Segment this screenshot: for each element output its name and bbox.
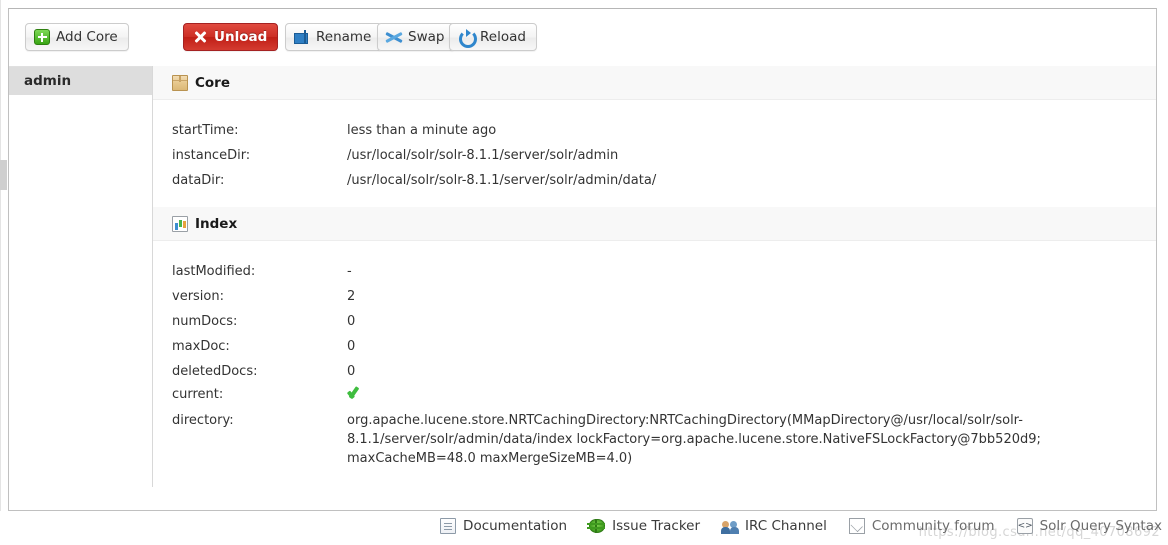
footer-link-label: Solr Query Syntax bbox=[1039, 518, 1162, 534]
index-row-lastmodified: lastModified: - bbox=[153, 259, 1156, 284]
row-key: current: bbox=[172, 387, 224, 402]
core-section-rows: startTime: less than a minute ago instan… bbox=[153, 100, 1156, 207]
footer-link-documentation[interactable]: Documentation bbox=[440, 518, 567, 534]
row-key: maxDoc: bbox=[172, 339, 230, 354]
core-section-header: Core bbox=[153, 66, 1156, 100]
footer-link-label: Community forum bbox=[871, 518, 995, 534]
main-panel: Add Core Unload Rename Swap Reload admin… bbox=[8, 8, 1157, 511]
footer-link-label: Documentation bbox=[463, 518, 568, 534]
envelope-icon bbox=[848, 518, 865, 534]
index-section-title: Index bbox=[195, 215, 238, 232]
reload-button-label: Reload bbox=[480, 29, 526, 45]
row-key: deletedDocs: bbox=[172, 364, 258, 379]
footer-links: Documentation Issue Tracker IRC Channel … bbox=[440, 518, 1162, 534]
core-details-content: Core startTime: less than a minute ago i… bbox=[153, 66, 1156, 510]
row-value: org.apache.lucene.store.NRTCachingDirect… bbox=[347, 413, 1041, 466]
index-row-maxdoc: maxDoc: 0 bbox=[153, 334, 1156, 359]
box-icon bbox=[172, 74, 188, 91]
row-value: 2 bbox=[347, 289, 356, 304]
row-value: 0 bbox=[347, 364, 356, 379]
left-scrollbar-thumb[interactable] bbox=[0, 160, 7, 190]
row-key: dataDir: bbox=[172, 173, 225, 188]
row-value bbox=[347, 384, 1156, 408]
index-section-rows: lastModified: - version: 2 numDocs: 0 ma… bbox=[153, 241, 1156, 468]
row-value: - bbox=[347, 264, 352, 279]
core-row-instancedir: instanceDir: /usr/local/solr/solr-8.1.1/… bbox=[153, 143, 1156, 168]
swap-button-label: Swap bbox=[408, 29, 445, 45]
footer-link-issue-tracker[interactable]: Issue Tracker bbox=[587, 518, 701, 534]
rename-button[interactable]: Rename bbox=[285, 23, 383, 51]
index-row-directory: directory: org.apache.lucene.store.NRTCa… bbox=[153, 408, 1156, 468]
row-key: directory: bbox=[172, 413, 234, 428]
bug-icon bbox=[587, 519, 606, 533]
row-key: instanceDir: bbox=[172, 148, 251, 163]
unload-button[interactable]: Unload bbox=[183, 23, 279, 51]
core-row-datadir: dataDir: /usr/local/solr/solr-8.1.1/serv… bbox=[153, 168, 1156, 193]
row-key: version: bbox=[172, 289, 224, 304]
row-value: less than a minute ago bbox=[347, 123, 497, 138]
index-section-header: Index bbox=[153, 207, 1156, 241]
page-footer: https://blog.csdn.net/qq_40708692 Docume… bbox=[0, 512, 1168, 545]
row-key: numDocs: bbox=[172, 314, 238, 329]
row-key: lastModified: bbox=[172, 264, 256, 279]
footer-link-community-forum[interactable]: Community forum bbox=[848, 518, 995, 534]
row-key: startTime: bbox=[172, 123, 239, 138]
footer-link-solr-query-syntax[interactable]: <> Solr Query Syntax bbox=[1016, 518, 1162, 534]
footer-link-label: Issue Tracker bbox=[612, 518, 701, 534]
row-value: 0 bbox=[347, 339, 356, 354]
code-icon: <> bbox=[1016, 518, 1033, 534]
add-core-button-label: Add Core bbox=[56, 29, 118, 45]
reload-button[interactable]: Reload bbox=[449, 23, 537, 51]
index-row-version: version: 2 bbox=[153, 284, 1156, 309]
core-list-sidebar: admin bbox=[9, 66, 152, 487]
solr-admin-core-page: Add Core Unload Rename Swap Reload admin… bbox=[0, 0, 1168, 545]
sidebar-item-label: admin bbox=[24, 73, 72, 89]
document-icon bbox=[440, 518, 457, 534]
rename-button-label: Rename bbox=[316, 29, 372, 45]
people-icon bbox=[721, 518, 738, 534]
core-toolbar: Add Core Unload Rename Swap Reload bbox=[9, 9, 1156, 66]
reload-circular-arrow-icon bbox=[458, 29, 477, 48]
row-value: /usr/local/solr/solr-8.1.1/server/solr/a… bbox=[347, 148, 619, 163]
index-row-numdocs: numDocs: 0 bbox=[153, 309, 1156, 334]
green-check-icon bbox=[347, 384, 365, 400]
plus-icon bbox=[34, 29, 50, 45]
bar-chart-icon bbox=[172, 215, 188, 232]
left-edge-line bbox=[0, 0, 1, 511]
add-core-button[interactable]: Add Core bbox=[25, 23, 129, 51]
core-section-title: Core bbox=[195, 74, 230, 91]
row-value: 0 bbox=[347, 314, 356, 329]
swap-button[interactable]: Swap bbox=[377, 23, 456, 51]
rename-textbox-icon bbox=[294, 29, 310, 45]
unload-button-label: Unload bbox=[214, 29, 268, 45]
sidebar-item-admin[interactable]: admin bbox=[9, 67, 152, 95]
row-value: /usr/local/solr/solr-8.1.1/server/solr/a… bbox=[347, 173, 657, 188]
footer-link-irc-channel[interactable]: IRC Channel bbox=[721, 518, 827, 534]
index-row-deleteddocs: deletedDocs: 0 bbox=[153, 359, 1156, 384]
red-x-icon bbox=[192, 29, 208, 45]
swap-arrows-icon bbox=[386, 29, 402, 45]
footer-link-label: IRC Channel bbox=[745, 518, 827, 534]
index-row-current: current: bbox=[153, 384, 1156, 408]
core-row-starttime: startTime: less than a minute ago bbox=[153, 118, 1156, 143]
